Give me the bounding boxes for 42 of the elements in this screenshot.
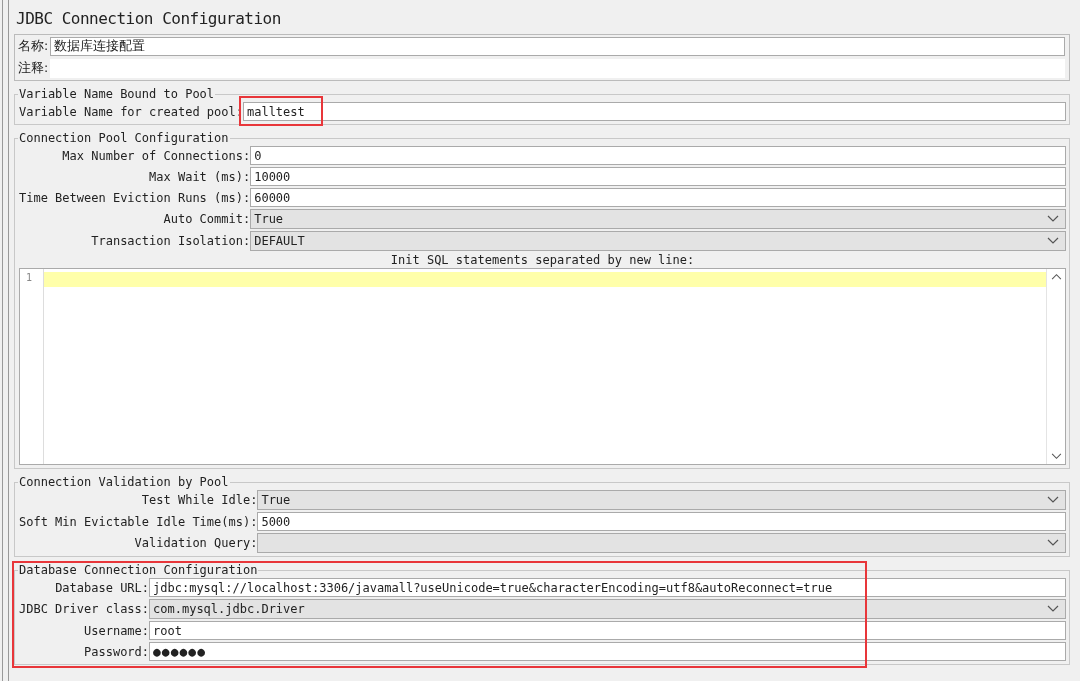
section-title: Connection Pool Configuration: [18, 131, 230, 145]
scroll-up-icon[interactable]: [1050, 273, 1062, 280]
field-label: Validation Query:: [133, 536, 258, 550]
section-title: Variable Name Bound to Pool: [18, 87, 216, 101]
input-field[interactable]: malltest: [242, 102, 1066, 121]
field-label: Username:: [83, 623, 150, 638]
name-field[interactable]: 数据库连接配置: [50, 37, 1065, 56]
editor-caption: Init SQL statements separated by new line:: [389, 253, 696, 267]
dropdown[interactable]: True: [257, 490, 1066, 510]
field-label: Auto Commit:: [162, 212, 251, 226]
field-label: Password:: [83, 644, 150, 659]
field-label: Max Number of Connections:: [61, 148, 251, 163]
chevron-down-icon: [1047, 605, 1059, 613]
field-label: 注释:: [18, 60, 50, 77]
input-field[interactable]: 5000: [257, 512, 1066, 531]
chevron-down-icon: [1047, 215, 1059, 223]
field-label: Max Wait (ms):: [148, 169, 251, 184]
section-title: Connection Validation by Pool: [18, 475, 230, 489]
field-label: Soft Min Evictable Idle Time(ms):: [19, 514, 258, 529]
chevron-down-icon: [1047, 539, 1059, 547]
input-field[interactable]: root: [149, 621, 1066, 640]
field-label: JDBC Driver class:: [19, 602, 150, 616]
field-label: Test While Idle:: [140, 493, 258, 507]
field-label: Time Between Eviction Runs (ms):: [19, 190, 251, 205]
field-label: Transaction Isolation:: [90, 234, 251, 248]
input-field[interactable]: 60000: [250, 188, 1066, 207]
input-field[interactable]: jdbc:mysql://localhost:3306/javamall?useUnicode=true&characterEncoding=utf8&autoReconnect=true: [149, 578, 1066, 597]
chevron-down-icon: [1047, 496, 1059, 504]
line-number: 1: [26, 272, 34, 283]
input-field[interactable]: 0: [250, 146, 1066, 165]
panel-title: JDBC Connection Configuration: [16, 9, 282, 28]
scroll-down-icon[interactable]: [1050, 453, 1062, 460]
field-label: 名称:: [18, 38, 50, 55]
input-field[interactable]: 10000: [250, 167, 1066, 186]
dropdown[interactable]: DEFAULT: [250, 231, 1066, 251]
chevron-down-icon: [1047, 237, 1059, 245]
dropdown[interactable]: com.mysql.jdbc.Driver: [149, 599, 1066, 619]
password-field[interactable]: ●●●●●●: [149, 642, 1066, 661]
sql-editor[interactable]: 1: [19, 268, 1066, 465]
field-label: Database URL:: [54, 580, 150, 595]
section-title: Database Connection Configuration: [18, 563, 259, 577]
dropdown[interactable]: True: [250, 209, 1066, 229]
